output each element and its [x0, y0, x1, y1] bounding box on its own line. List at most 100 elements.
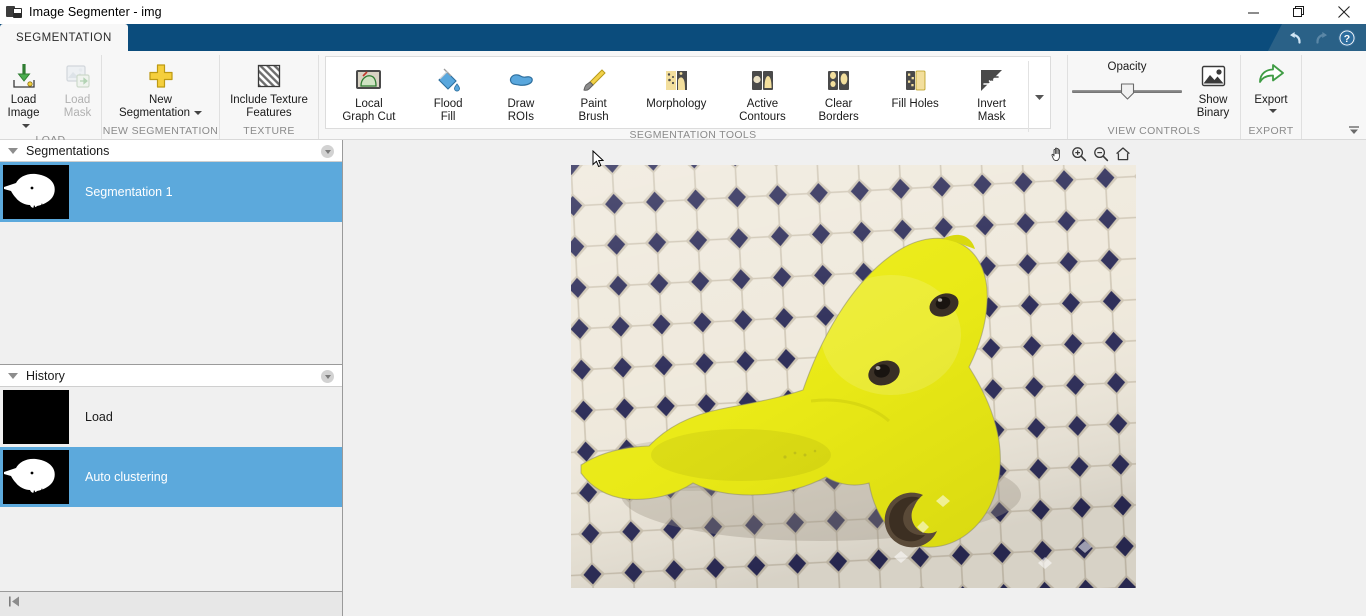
morphology-button[interactable]: Morphology	[639, 61, 713, 112]
active-contours-label-2: Contours	[739, 111, 786, 124]
home-icon[interactable]	[1113, 144, 1133, 164]
chevron-down-icon[interactable]	[194, 111, 202, 115]
maximize-button[interactable]	[1276, 0, 1321, 24]
export-label-1: Export	[1254, 94, 1287, 107]
segmentations-panel: Segmentations Segmentation 1	[0, 140, 342, 364]
opacity-control: Opacity	[1068, 51, 1186, 100]
sidebar-status-bar	[0, 591, 342, 616]
new-segmentation-label-2: Segmentation	[119, 107, 190, 119]
redo-icon	[1308, 27, 1334, 49]
paint-brush-icon	[580, 64, 607, 96]
list-item[interactable]: Segmentation 1	[0, 162, 342, 222]
segmentations-list: Segmentation 1	[0, 162, 342, 364]
opacity-slider[interactable]	[1072, 82, 1182, 100]
segmented-dog-image[interactable]	[571, 165, 1136, 588]
window-title: Image Segmenter - img	[29, 5, 162, 19]
draw-rois-label-2: ROIs	[508, 111, 534, 124]
invert-mask-label-1: Invert	[977, 98, 1006, 111]
segmentations-panel-title: Segmentations	[26, 144, 109, 158]
history-list: Load Auto clustering	[0, 387, 342, 591]
show-binary-label-2: Binary	[1197, 107, 1230, 120]
plus-icon	[146, 60, 176, 92]
flood-fill-label-1: Flood	[434, 98, 463, 111]
clear-borders-label-2: Borders	[819, 111, 859, 124]
undo-icon[interactable]	[1282, 27, 1308, 49]
active-contours-button[interactable]: Active Contours	[732, 61, 793, 125]
close-button[interactable]	[1321, 0, 1366, 24]
local-graph-cut-label-1: Local	[355, 98, 383, 111]
panel-menu-icon[interactable]	[321, 370, 334, 383]
show-binary-icon	[1200, 60, 1227, 92]
panel-collapse-icon[interactable]	[8, 373, 18, 379]
tab-segmentation[interactable]: SEGMENTATION	[0, 24, 128, 51]
flood-fill-button[interactable]: Flood Fill	[421, 61, 475, 125]
export-icon	[1256, 60, 1286, 92]
panel-menu-icon[interactable]	[321, 145, 334, 158]
segmentation-tools-overflow-button[interactable]	[1028, 61, 1050, 132]
flood-fill-label-2: Fill	[441, 111, 456, 124]
help-icon[interactable]: ?	[1334, 27, 1360, 49]
load-image-label-2: Image	[8, 107, 40, 119]
include-texture-features-button[interactable]: Include Texture Features	[222, 57, 316, 121]
title-bar: Image Segmenter - img	[0, 0, 1366, 24]
draw-rois-label-1: Draw	[507, 98, 534, 111]
fill-holes-button[interactable]: Fill Holes	[885, 61, 946, 112]
blank-black-thumbnail	[3, 390, 69, 444]
segmentations-panel-header[interactable]: Segmentations	[0, 140, 342, 162]
list-item-label: Load	[85, 410, 113, 424]
local-graph-cut-button[interactable]: Local Graph Cut	[335, 61, 402, 125]
history-panel-title: History	[26, 369, 65, 383]
list-item[interactable]: Auto clustering	[0, 447, 342, 507]
clear-borders-icon	[825, 64, 852, 96]
paint-brush-label-1: Paint	[580, 98, 606, 111]
chevron-down-icon[interactable]	[22, 124, 30, 128]
clear-borders-button[interactable]: Clear Borders	[812, 61, 866, 125]
quick-access-toolbar: ?	[1268, 24, 1366, 51]
fill-holes-label-1: Fill Holes	[892, 98, 939, 111]
ribbon-group-label-export: EXPORT	[1241, 125, 1301, 140]
include-texture-label-1: Include Texture	[230, 94, 308, 107]
chevron-down-icon[interactable]	[1269, 109, 1277, 113]
load-mask-icon	[63, 60, 93, 92]
paint-brush-label-2: Brush	[579, 111, 609, 124]
new-segmentation-button[interactable]: New Segmentation	[109, 57, 213, 121]
draw-rois-button[interactable]: Draw ROIs	[494, 61, 548, 125]
ribbon-group-label-texture: TEXTURE	[220, 125, 318, 140]
opacity-slider-thumb[interactable]	[1120, 83, 1135, 100]
draw-rois-icon	[507, 64, 535, 96]
list-item-label: Auto clustering	[85, 470, 168, 484]
window-controls	[1231, 0, 1366, 24]
ribbon-separator	[1301, 55, 1302, 139]
local-graph-cut-label-2: Graph Cut	[342, 111, 395, 124]
minimize-button[interactable]	[1231, 0, 1276, 24]
load-image-icon	[9, 60, 39, 92]
paint-brush-button[interactable]: Paint Brush	[567, 61, 621, 125]
pan-icon[interactable]	[1047, 144, 1067, 164]
load-image-label-1: Load	[11, 94, 37, 107]
panel-collapse-icon[interactable]	[8, 148, 18, 154]
opacity-label: Opacity	[1108, 61, 1147, 73]
left-sidebar: Segmentations Segmentation 1	[0, 140, 343, 616]
active-contours-label-1: Active	[747, 98, 778, 111]
load-image-button[interactable]: Load Image	[0, 57, 51, 134]
image-content	[571, 165, 1136, 588]
ribbon-group-view-controls: Opacity	[1068, 51, 1240, 140]
collapse-ribbon-icon[interactable]	[1346, 123, 1362, 137]
export-button[interactable]: Export	[1244, 57, 1298, 117]
list-item[interactable]: Load	[0, 387, 342, 447]
ribbon-group-label-new-segmentation: NEW SEGMENTATION	[102, 125, 219, 140]
ribbon-group-export: Export EXPORT	[1241, 51, 1301, 140]
history-panel: History Load	[0, 364, 342, 591]
collapse-left-icon[interactable]	[8, 595, 22, 613]
zoom-out-icon[interactable]	[1091, 144, 1111, 164]
dog-mask-thumbnail	[3, 165, 69, 219]
invert-mask-button[interactable]: Invert Mask	[965, 61, 1019, 125]
show-binary-button[interactable]: Show Binary	[1186, 57, 1240, 121]
chevron-down-icon	[1034, 88, 1045, 106]
history-panel-header[interactable]: History	[0, 365, 342, 387]
invert-mask-icon	[978, 64, 1005, 96]
new-segmentation-label-1: New	[149, 94, 172, 107]
list-item-label: Segmentation 1	[85, 185, 173, 199]
zoom-in-icon[interactable]	[1069, 144, 1089, 164]
ribbon-group-new-segmentation: New Segmentation NEW SEGMENTATION	[102, 51, 219, 140]
